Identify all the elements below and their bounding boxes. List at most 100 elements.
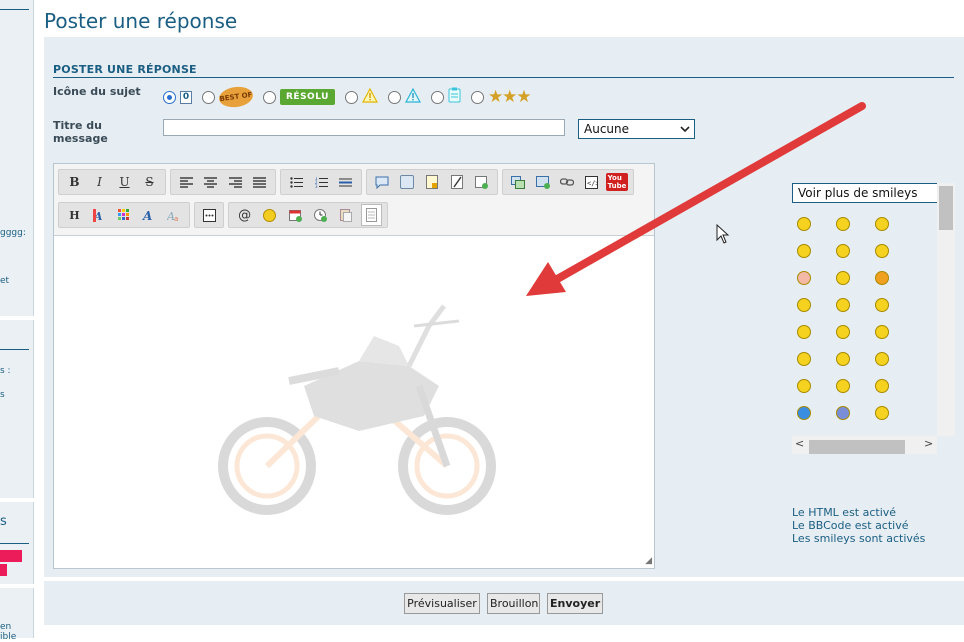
radio-best-of[interactable] [202,90,215,104]
radio-zero[interactable] [163,90,176,104]
smiley-icon[interactable] [836,352,850,366]
smiley-icon[interactable] [836,298,850,312]
radio-clipboard[interactable] [430,90,444,104]
sidebar-panel-4: en ible [0,588,34,642]
title-input[interactable] [163,119,565,136]
list-group: 123 [280,169,362,195]
smiley-icon[interactable] [875,406,889,420]
align-left-icon[interactable] [176,171,197,193]
warning-blue-icon [404,87,421,106]
smiley-icon[interactable] [836,379,850,393]
smiley-icon[interactable] [797,406,811,420]
zero-icon: 0 [180,90,192,104]
smiley-icon[interactable] [797,352,811,366]
align-center-icon[interactable] [201,171,222,193]
resize-handle-icon[interactable]: ◢ [645,556,652,566]
more-icon[interactable] [200,204,218,226]
smiley-icon[interactable] [875,244,889,258]
editor-toolbar: B I U S 123 </> You Tube H A A A a @ [54,164,654,236]
heading-button[interactable]: H [64,204,85,226]
preview-button[interactable]: Prévisualiser [404,593,480,614]
resolu-badge: RÉSOLU [280,89,335,105]
radio-warning-yellow[interactable] [344,90,358,104]
smiley-icon[interactable] [875,325,889,339]
font-color-icon[interactable]: A [89,204,110,226]
smiley-icon[interactable] [797,298,811,312]
smiley-icon[interactable] [836,325,850,339]
radio-resolu[interactable] [263,90,276,104]
sidebar-panel-1: gggg: et [0,0,34,316]
smiley-icon[interactable] [259,204,280,226]
edit-icon[interactable] [446,171,467,193]
smiley-icon[interactable] [797,325,811,339]
paste-icon[interactable] [335,204,356,226]
smiley-icon[interactable] [875,298,889,312]
media-group: </> You Tube [502,169,634,195]
image-icon[interactable] [397,171,418,193]
insert-image-icon[interactable] [533,171,554,193]
editor-content-area[interactable]: ◢ [54,236,654,568]
smiley-icon[interactable] [875,379,889,393]
mention-button[interactable]: @ [234,204,255,226]
smiley-icon[interactable] [836,271,850,285]
prefix-select[interactable]: Aucune [578,119,695,139]
strikethrough-button[interactable]: S [139,171,160,193]
smiley-icon[interactable] [875,352,889,366]
numbered-list-icon[interactable]: 123 [311,171,332,193]
smiley-icon[interactable] [797,379,811,393]
align-right-icon[interactable] [225,171,246,193]
insert-group [366,169,498,195]
smiley-icon[interactable] [797,244,811,258]
youtube-icon[interactable]: You Tube [605,171,629,193]
smiley-icon[interactable] [836,217,850,231]
scroll-left-icon[interactable]: < [795,437,804,450]
scroll-right-icon[interactable]: > [924,437,933,450]
send-button[interactable]: Envoyer [547,593,603,614]
clipboard-icon [448,87,461,107]
smiley-icon[interactable] [836,406,850,420]
font-size-icon[interactable]: Aa [163,204,184,226]
vertical-scrollbar[interactable] [937,183,955,436]
reply-form: POSTER UNE RÉPONSE Icône du sujet 0 BEST… [44,37,964,577]
upload-image-icon[interactable] [508,171,529,193]
left-sidebar: gggg: et s : s s en ible [0,0,36,642]
bold-button[interactable]: B [64,171,85,193]
smiley-icon[interactable] [836,244,850,258]
draft-button[interactable]: Brouillon [487,593,540,614]
smiley-icon[interactable] [875,271,889,285]
table-icon[interactable] [471,171,492,193]
horizontal-scrollbar[interactable]: < > [792,436,937,454]
quote-icon[interactable] [372,171,393,193]
title-label: Titre du message [53,119,108,145]
radio-three-stars[interactable] [470,90,484,104]
clock-icon[interactable] [310,204,331,226]
progress-bar [0,564,7,576]
smiley-icon[interactable] [797,271,811,285]
radio-warning-blue[interactable] [387,90,401,104]
html-status[interactable]: Le HTML est activé [792,506,925,519]
svg-text:</>: </> [587,179,598,187]
more-smileys-select[interactable]: Voir plus de smileys [792,183,942,203]
bbcode-status[interactable]: Le BBCode est activé [792,519,925,532]
horizontal-rule-icon[interactable] [335,171,356,193]
color-palette-icon[interactable] [114,204,135,226]
justify-icon[interactable] [250,171,271,193]
calendar-icon[interactable] [285,204,306,226]
italic-button[interactable]: I [89,171,110,193]
smiley-icon[interactable] [875,217,889,231]
smiley-icon[interactable] [797,217,811,231]
bullet-list-icon[interactable] [286,171,307,193]
progress-bar [0,550,22,562]
sidebar-fragment: ible [0,632,17,642]
font-group: H A A Aa [58,202,190,228]
source-icon[interactable] [360,204,383,226]
three-stars-icon: ★★★ [487,87,532,107]
code-icon[interactable]: </> [582,171,603,193]
link-icon[interactable] [557,171,578,193]
font-family-icon[interactable]: A [138,204,159,226]
spoiler-icon[interactable] [422,171,443,193]
smileys-status[interactable]: Les smileys sont activés [792,532,925,545]
format-group: B I U S [58,169,166,195]
chevron-down-icon [680,120,690,144]
underline-button[interactable]: U [114,171,135,193]
